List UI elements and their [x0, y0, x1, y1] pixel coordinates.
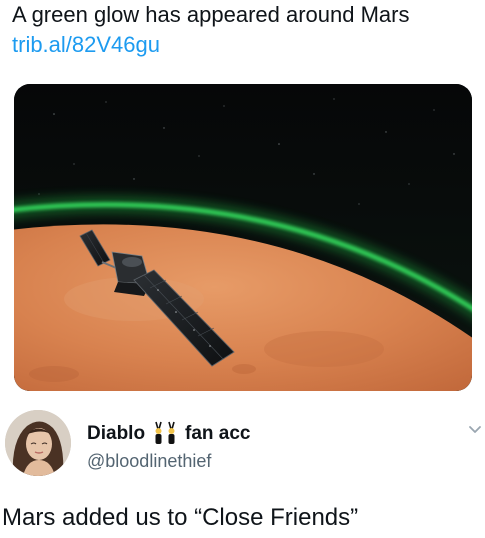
people-with-bunny-ears-icon	[150, 420, 180, 448]
chevron-down-icon[interactable]	[468, 422, 482, 436]
mars-orbiter-image	[14, 84, 472, 391]
avatar-photo	[5, 410, 71, 476]
tweet-media-image[interactable]	[14, 84, 472, 391]
avatar[interactable]	[5, 410, 71, 476]
quoted-tweet-text: A green glow has appeared around Mars	[12, 2, 410, 27]
tweet-header: Diablo fan acc @bloodlinethief	[0, 400, 485, 490]
author-handle[interactable]: @bloodlinethief	[87, 450, 211, 472]
author-display-name[interactable]: Diablo	[87, 422, 145, 446]
tweet-text: Mars added us to “Close Friends”	[2, 504, 359, 531]
quoted-tweet-link[interactable]: trib.al/82V46gu	[12, 31, 160, 59]
author-name-suffix[interactable]: fan acc	[185, 422, 250, 446]
